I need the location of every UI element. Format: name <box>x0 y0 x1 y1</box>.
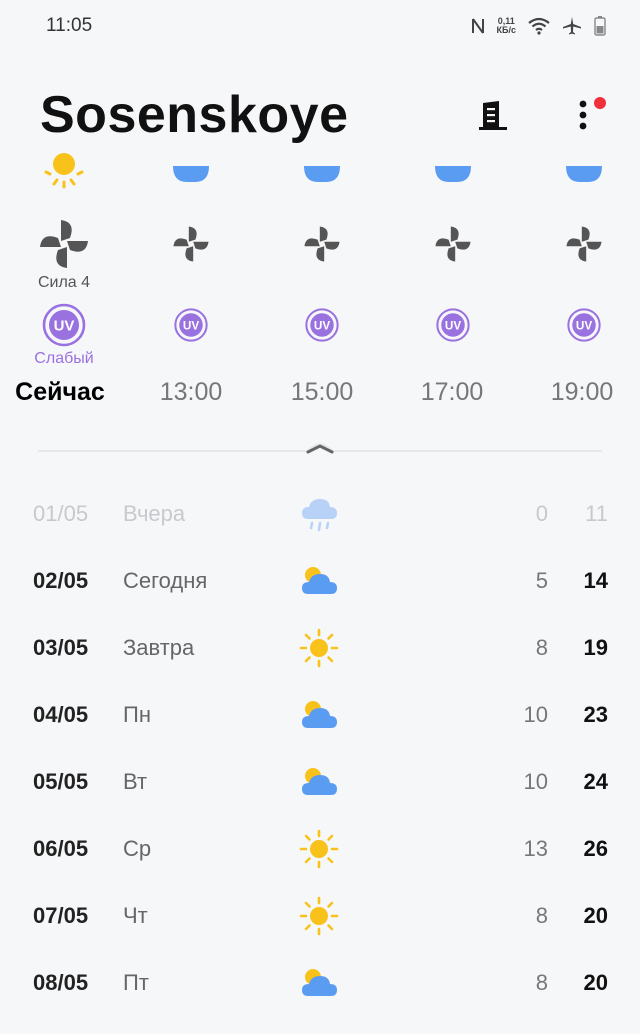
day-min-temp: 8 <box>535 902 548 928</box>
day-date: 02/05 <box>33 567 89 593</box>
day-max-temp: 26 <box>583 835 608 861</box>
day-name: Ср <box>123 835 152 861</box>
uv-level-label: Слабый <box>34 350 94 367</box>
day-row[interactable]: 04/05 Пн 10 23 <box>0 681 640 748</box>
day-min-temp: 0 <box>535 500 548 526</box>
wind-fan-icon <box>304 226 340 262</box>
day-min-temp: 13 <box>523 835 548 861</box>
sun-icon <box>299 628 339 667</box>
hour-column: Сила 4 UV Слабый <box>4 150 124 372</box>
uv-index-icon: UV <box>305 308 339 342</box>
day-max-temp: 14 <box>583 567 608 593</box>
day-name: Вчера <box>123 500 186 526</box>
day-date: 05/05 <box>33 768 89 794</box>
day-row[interactable]: 07/05 Чт 8 20 <box>0 882 640 949</box>
partly-cloudy-icon <box>302 767 337 795</box>
more-vertical-icon <box>579 100 587 130</box>
svg-text:UV: UV <box>445 319 461 332</box>
header: Sosenskoye <box>0 80 640 150</box>
wind-fan-icon <box>173 226 209 262</box>
day-date: 07/05 <box>33 902 89 928</box>
day-name: Сегодня <box>123 567 208 593</box>
hour-column: UV <box>131 150 251 372</box>
day-date: 06/05 <box>33 835 89 861</box>
hour-time-label: 13:00 <box>159 378 223 406</box>
hour-time-label: 19:00 <box>550 378 614 406</box>
uv-index-icon: UV <box>174 308 208 342</box>
chevron-up-icon <box>305 443 335 454</box>
day-min-temp: 8 <box>535 634 548 660</box>
cloud-icon <box>566 166 602 182</box>
day-row[interactable]: 06/05 Ср 13 26 <box>0 815 640 882</box>
rain-cloud-icon <box>302 498 337 531</box>
day-name: Пн <box>123 701 151 727</box>
sun-icon <box>44 153 84 189</box>
day-name: Завтра <box>123 634 195 660</box>
nfc-icon <box>471 18 484 34</box>
wind-fan-icon <box>435 226 471 262</box>
hour-time-label: Сейчас <box>15 378 105 406</box>
svg-text:UV: UV <box>314 319 330 332</box>
day-name: Вт <box>123 768 148 794</box>
day-date: 01/05 <box>33 500 89 526</box>
cloud-icon <box>435 166 471 182</box>
day-min-temp: 5 <box>535 567 548 593</box>
hour-time-label: 17:00 <box>420 378 484 406</box>
day-date: 08/05 <box>33 969 89 995</box>
uv-index-icon: UV <box>567 308 601 342</box>
cloud-icon <box>304 166 340 182</box>
city-list-button[interactable] <box>476 95 510 135</box>
hour-column: UV <box>393 150 513 372</box>
day-name: Пт <box>123 969 149 995</box>
wind-fan-icon <box>566 226 602 262</box>
sun-icon <box>299 896 339 935</box>
day-row[interactable]: 03/05 Завтра 8 19 <box>0 614 640 681</box>
wind-fan-icon <box>40 220 88 268</box>
airplane-mode-icon <box>563 17 581 35</box>
wind-strength-label: Сила 4 <box>37 274 91 291</box>
net-speed: 0,11 КБ/с <box>496 16 516 35</box>
hour-column: UV <box>262 150 382 372</box>
partly-cloudy-icon <box>302 566 337 594</box>
status-icons: 0,11 КБ/с <box>471 16 606 36</box>
sun-icon <box>299 829 339 868</box>
day-max-temp: 20 <box>583 969 608 995</box>
hourly-forecast[interactable]: Сила 4 UV Слабый UV UV UV UV Сейчас 13:0… <box>0 150 640 440</box>
wifi-icon <box>528 17 550 35</box>
day-max-temp: 24 <box>583 768 608 794</box>
day-max-temp: 19 <box>583 634 608 660</box>
day-max-temp: 11 <box>585 500 608 526</box>
day-row[interactable]: 02/05 Сегодня 5 14 <box>0 547 640 614</box>
city-title[interactable]: Sosenskoye <box>40 85 349 145</box>
building-icon <box>479 101 507 130</box>
day-min-temp: 10 <box>523 701 548 727</box>
day-max-temp: 23 <box>583 701 608 727</box>
day-date: 03/05 <box>33 634 89 660</box>
day-row[interactable]: 08/05 Пт 8 20 <box>0 949 640 1016</box>
svg-text:UV: UV <box>183 319 199 332</box>
day-min-temp: 8 <box>535 969 548 995</box>
day-row[interactable]: 05/05 Вт 10 24 <box>0 748 640 815</box>
status-bar: 11:05 0,11 КБ/с <box>0 0 640 52</box>
svg-text:UV: UV <box>576 319 592 332</box>
uv-index-icon: UV <box>436 308 470 342</box>
collapse-handle[interactable] <box>300 436 340 456</box>
more-options-button[interactable] <box>566 95 606 135</box>
status-time: 11:05 <box>46 15 93 36</box>
notification-dot <box>594 97 606 109</box>
cloud-icon <box>173 166 209 182</box>
day-row[interactable]: 01/05 Вчера 0 11 <box>0 480 640 547</box>
hour-time-label: 15:00 <box>290 378 354 406</box>
partly-cloudy-icon <box>302 968 337 996</box>
day-min-temp: 10 <box>523 768 548 794</box>
hour-column: UV <box>524 150 640 372</box>
day-max-temp: 20 <box>583 902 608 928</box>
day-name: Чт <box>123 902 148 928</box>
svg-text:UV: UV <box>54 318 75 335</box>
day-date: 04/05 <box>33 701 89 727</box>
uv-index-icon: UV <box>42 303 86 347</box>
partly-cloudy-icon <box>302 700 337 728</box>
battery-icon <box>594 16 606 36</box>
